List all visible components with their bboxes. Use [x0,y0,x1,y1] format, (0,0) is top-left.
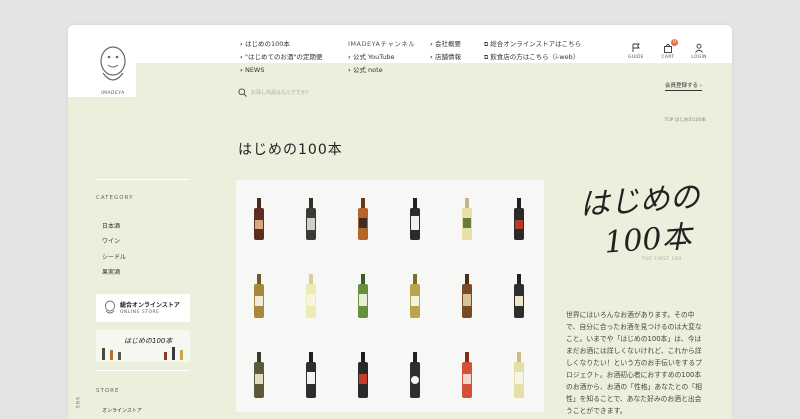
logo-mark-icon [100,46,126,81]
guide-label: GUIDE [628,55,644,60]
bottle [410,352,420,398]
login-button[interactable]: LOGIN [686,43,712,60]
bottle [254,274,264,318]
bottle-grid-image [236,180,544,412]
bottle [358,274,368,318]
sidebar-divider [96,179,190,180]
bottle [514,352,524,398]
online-store-banner[interactable]: 総合オンラインストア ONLINE STORE [96,294,190,322]
sidebar-category-heading: CATEGORY [96,195,134,201]
guide-button[interactable]: GUIDE [623,43,649,60]
bottle [358,352,368,398]
bottle-grid-illustration [254,198,524,398]
browser-page: IMADEYA はじめの100本 "はじめてのお酒"の定期便 NEWS IMAD… [68,25,732,419]
logo-text: IMADEYA [101,91,125,96]
nav-link-online-store[interactable]: 総合オンラインストアはこちら [484,38,581,51]
cart-count-badge: 0 [671,39,678,46]
bottle [358,198,368,240]
sns-vertical-label: SNS [74,397,79,410]
handwritten-line2: 100本 [603,219,695,259]
bottle [514,274,524,318]
nav-link-note[interactable]: 公式 note [348,64,415,77]
signup-link[interactable]: 会員登録する › [665,81,702,91]
nav-link-stores[interactable]: 店舗情報 [430,51,461,64]
sidebar-store-heading: STORE [96,388,120,394]
search-input[interactable]: お探し商品はなんですか？ [251,89,311,96]
nav-heading-channel: IMADEYAチャンネル [348,40,416,48]
store-logo-icon [105,300,115,314]
nav-link-news[interactable]: NEWS [240,64,322,77]
bottle [410,198,420,240]
nav-link-youtube[interactable]: 公式 YouTube [348,51,415,64]
nav-column-2: IMADEYAチャンネル 公式 YouTube 公式 note [348,38,415,77]
sidebar-item-wine[interactable]: ワイン [102,236,120,245]
sidebar-item-online-store[interactable]: オンラインストア [102,407,142,414]
login-label: LOGIN [691,55,707,60]
nav-link-iweb[interactable]: 飲食店の方はこちら（i-web） [484,51,581,64]
search-icon [238,88,247,97]
bottle [410,274,420,318]
handwritten-title-logo: はじめの 100本 [579,179,703,259]
bottle [254,352,264,398]
breadcrumb[interactable]: TOP はじめの100本 [664,117,706,123]
hajime100-banner[interactable]: はじめの100本 [96,330,190,362]
page-title: はじめの100本 [238,142,343,158]
logo[interactable]: IMADEYA [68,25,136,97]
nav-column-1: はじめの100本 "はじめてのお酒"の定期便 NEWS [240,38,322,77]
cart-label: CART [661,55,675,60]
search-bar[interactable]: お探し商品はなんですか？ [238,88,311,97]
flag-icon [632,43,640,52]
bottle [306,352,316,398]
hero-subtitle: THE FIRST 100 [642,257,682,262]
bottle [306,198,316,240]
bottle [462,198,472,240]
nav-link-company[interactable]: 会社概要 [430,38,461,51]
nav-link-hajime100[interactable]: はじめの100本 [240,38,322,51]
bottle [306,274,316,318]
online-store-banner-title: 総合オンラインストア [120,302,180,309]
handwritten-line1: はじめの [579,179,703,222]
nav-column-4: 総合オンラインストアはこちら 飲食店の方はこちら（i-web） [484,38,581,64]
user-icon [695,43,703,53]
bottle [254,198,264,240]
bottle [462,274,472,318]
nav-column-3: 会社概要 店舗情報 [430,38,461,64]
banner-bottles-icon [102,347,183,360]
sidebar-item-sake[interactable]: 日本酒 [102,221,120,230]
page-description: 世界にはいろんなお酒があります。その中で、自分に合ったお酒を見つけるのは大変なこ… [566,311,702,415]
cart-button[interactable]: CART [655,43,681,60]
sidebar-divider-2 [96,370,190,371]
nav-link-subscription[interactable]: "はじめてのお酒"の定期便 [240,51,322,64]
online-store-banner-subtitle: ONLINE STORE [120,310,160,315]
bottle [514,198,524,240]
sidebar-item-fruit-wine[interactable]: 果実酒 [102,267,120,276]
sidebar-item-cider[interactable]: シードル [102,252,126,261]
bottle [462,352,472,398]
